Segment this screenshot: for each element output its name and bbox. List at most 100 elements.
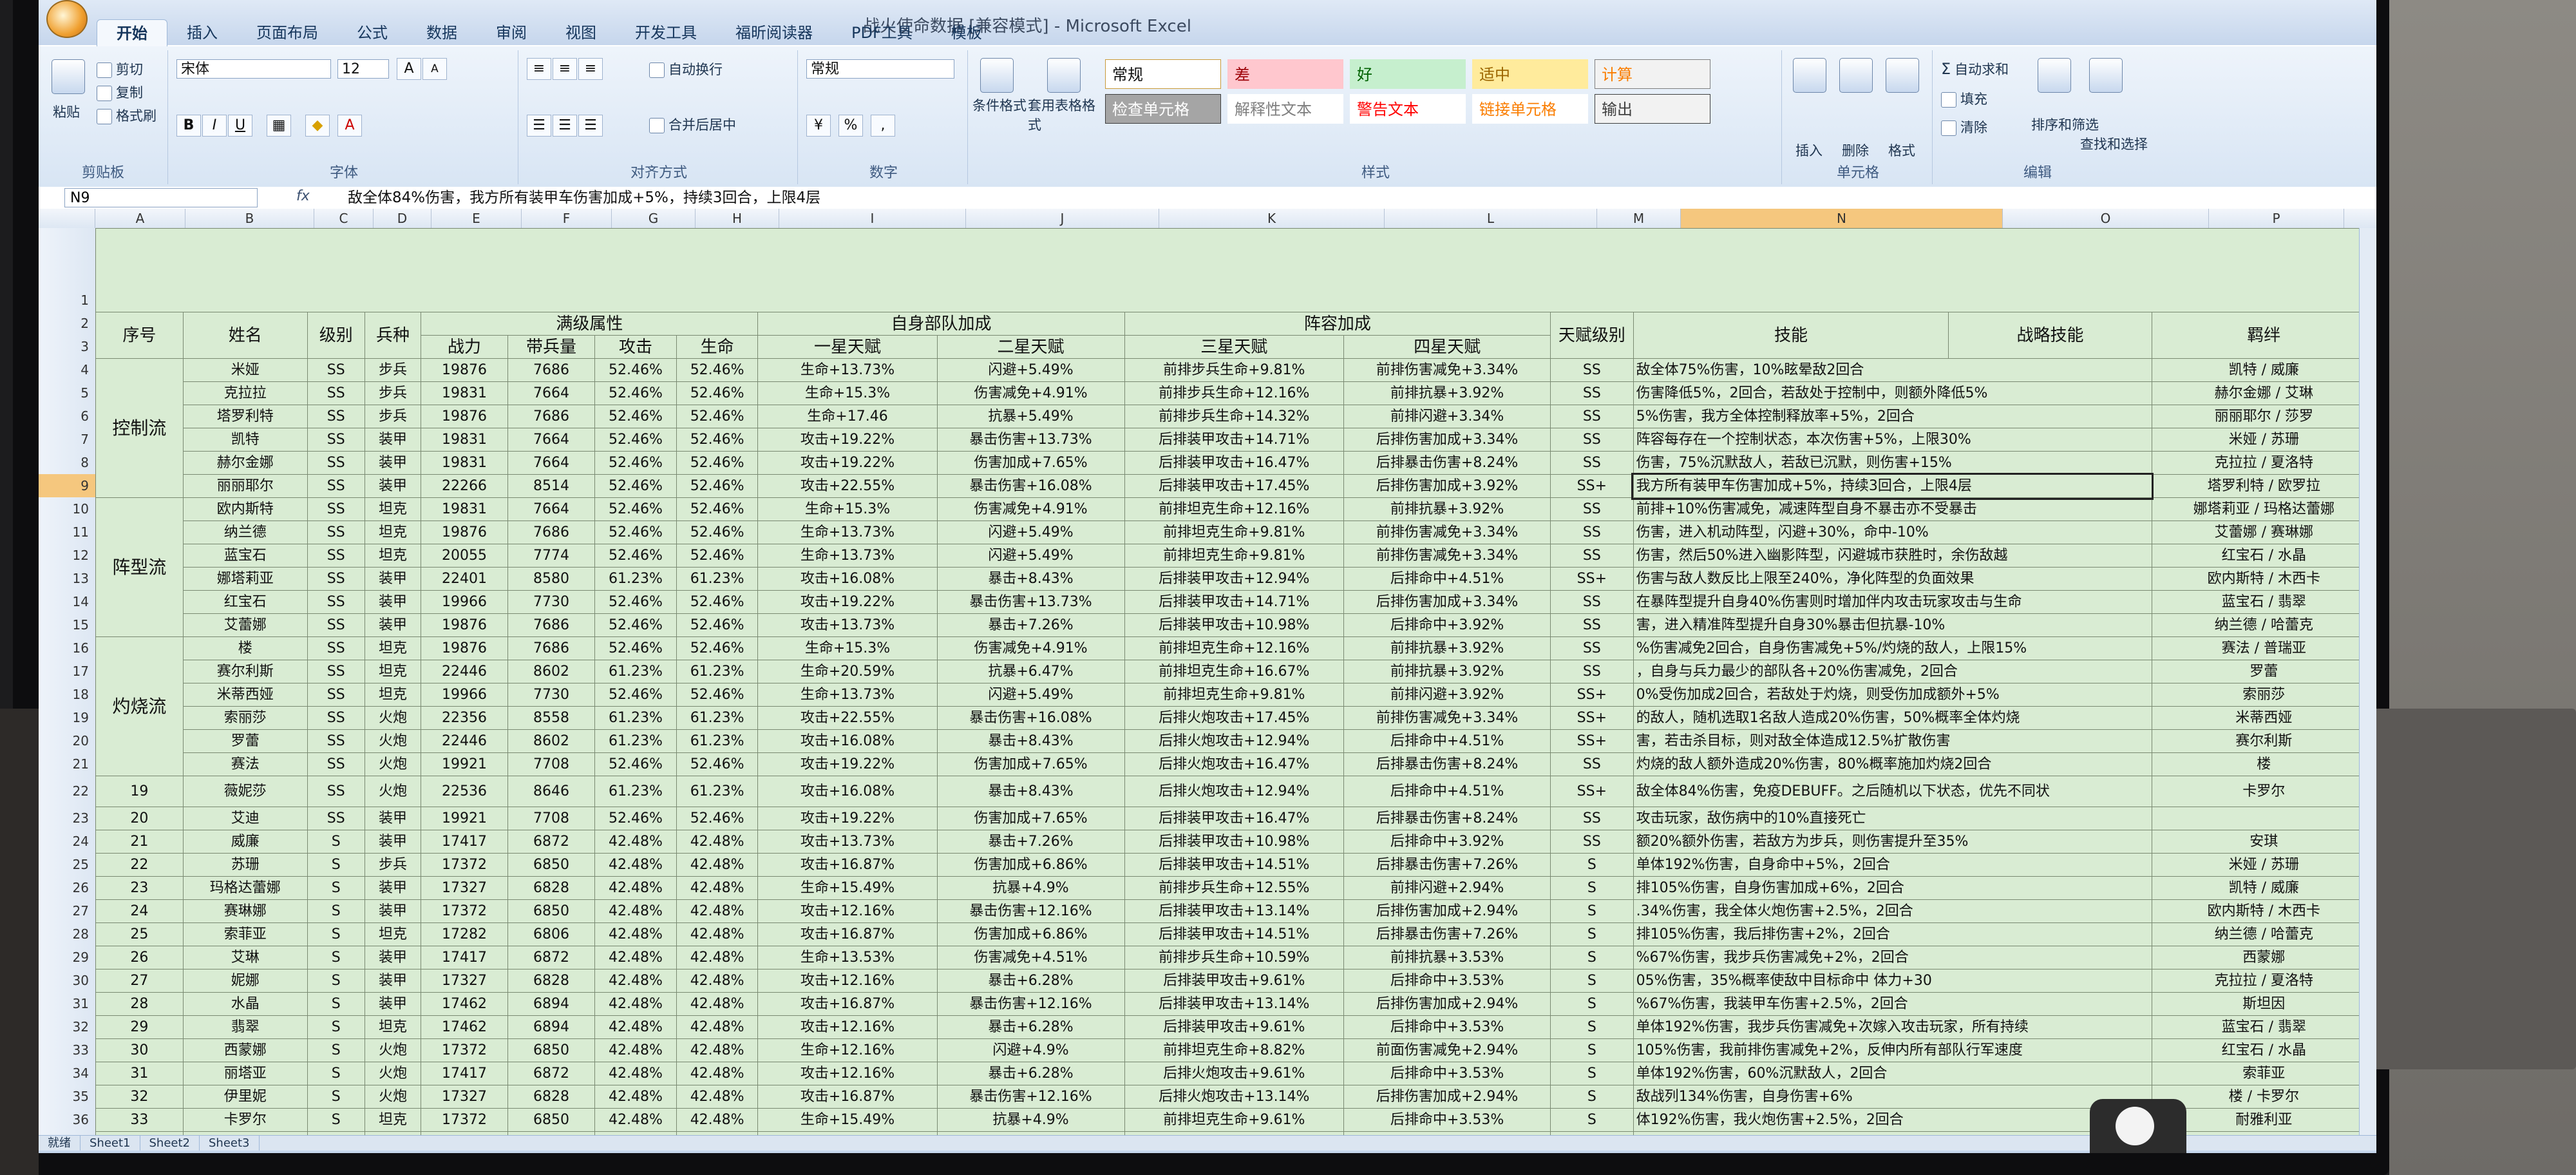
cell-lv[interactable]: SS: [307, 428, 365, 452]
header-bond[interactable]: 羁绊: [2151, 312, 2376, 359]
style-cell-3[interactable]: 适中: [1472, 59, 1588, 89]
cell-s2[interactable]: 暴击伤害+16.08%: [936, 706, 1125, 730]
cell-s3[interactable]: 后排装甲攻击+14.51%: [1124, 853, 1345, 877]
cell-tr[interactable]: 7708: [507, 807, 596, 830]
cell-bond[interactable]: 红宝石 / 水晶: [2151, 1038, 2376, 1062]
cell-lv[interactable]: SS: [307, 683, 365, 707]
cell-h[interactable]: 52.46%: [676, 451, 759, 475]
row-header-16[interactable]: 16: [39, 636, 95, 660]
cell-s2[interactable]: 暴击伤害+12.16%: [936, 1085, 1125, 1109]
cell-lv[interactable]: SS: [307, 497, 365, 521]
cell-s3[interactable]: 前排坦克生命+12.16%: [1124, 636, 1345, 660]
row-header-31[interactable]: 31: [39, 992, 95, 1015]
cell-tr[interactable]: 7686: [507, 521, 596, 544]
cell-s3[interactable]: 后排火炮攻击+12.94%: [1124, 729, 1345, 753]
cell-n[interactable]: 妮娜: [182, 969, 308, 993]
cell-p[interactable]: 17372: [421, 1108, 508, 1132]
cell-lv[interactable]: S: [307, 1038, 365, 1062]
cell-s3[interactable]: 后排装甲攻击+16.47%: [1124, 807, 1345, 830]
cell-seq[interactable]: 29: [95, 1015, 184, 1039]
cell-lv[interactable]: SS: [307, 544, 365, 568]
cell-skill[interactable]: 害，进入精准阵型提升自身30%暴击但抗暴-10%: [1633, 613, 2152, 637]
cell-n[interactable]: 罗蕾: [182, 729, 308, 753]
number-format-combo[interactable]: 常规: [806, 59, 954, 79]
cell-s3[interactable]: 前排步兵生命+12.16%: [1124, 381, 1345, 405]
cell-tr[interactable]: 6806: [507, 922, 596, 946]
cell-s4[interactable]: 前排闪避+3.34%: [1343, 405, 1551, 428]
cell-t[interactable]: 火炮: [364, 752, 422, 776]
cell-skill[interactable]: 单体192%伤害，我步兵伤害减免+次嫁入攻击玩家，所有持续: [1633, 1015, 2152, 1039]
column-header-O[interactable]: O: [2003, 209, 2209, 228]
row-header-10[interactable]: 10: [39, 497, 95, 521]
cell-a[interactable]: 42.48%: [594, 899, 677, 923]
cell-n[interactable]: 水晶: [182, 992, 308, 1016]
cell-t[interactable]: 装甲: [364, 992, 422, 1016]
cell-s3[interactable]: 后排装甲攻击+17.45%: [1124, 474, 1345, 498]
cell-t[interactable]: 装甲: [364, 899, 422, 923]
cell-seq[interactable]: 33: [95, 1108, 184, 1132]
cell-bond[interactable]: 蓝宝石 / 翡翠: [2151, 590, 2376, 614]
cell-n[interactable]: 丽塔亚: [182, 1062, 308, 1085]
cell-s1[interactable]: 生命+15.3%: [757, 636, 938, 660]
cell-n[interactable]: 蓝宝石: [182, 544, 308, 568]
cell-tr[interactable]: 7686: [507, 358, 596, 382]
sheet-tab-0[interactable]: Sheet1: [80, 1136, 140, 1151]
cell-s3[interactable]: 前排坦克生命+9.81%: [1124, 521, 1345, 544]
cell-n[interactable]: 卡罗尔: [182, 1108, 308, 1132]
tab-4[interactable]: 数据: [407, 19, 477, 46]
align-left-button[interactable]: ☰: [527, 115, 551, 137]
cell-lv[interactable]: SS: [307, 381, 365, 405]
cell-tr[interactable]: 6872: [507, 1062, 596, 1085]
percent-button[interactable]: %: [838, 115, 863, 137]
cell-tr[interactable]: 6828: [507, 969, 596, 993]
row-header-7[interactable]: 7: [39, 428, 95, 451]
font-size-combo[interactable]: 12: [337, 59, 389, 79]
cell-t[interactable]: 火炮: [364, 1038, 422, 1062]
cell-s3[interactable]: 后排装甲攻击+14.71%: [1124, 428, 1345, 452]
row-header-5[interactable]: 5: [39, 381, 95, 405]
cell-h[interactable]: 52.46%: [676, 613, 759, 637]
fx-icon[interactable]: fx: [296, 188, 310, 204]
cell-lv[interactable]: S: [307, 1108, 365, 1132]
row-header-4[interactable]: 4: [39, 358, 95, 381]
shrink-font-button[interactable]: A: [422, 58, 447, 80]
cell-s4[interactable]: 后排命中+3.53%: [1343, 1108, 1551, 1132]
cell-skill[interactable]: 前排+10%伤害减免，减速阵型自身不暴击亦不受暴击: [1633, 497, 2152, 521]
delete-button[interactable]: 删除: [1842, 140, 1869, 160]
bold-button[interactable]: B: [176, 115, 201, 137]
cell-tr[interactable]: 7730: [507, 683, 596, 707]
column-header-N[interactable]: N: [1681, 209, 2003, 228]
cell-h[interactable]: 52.46%: [676, 807, 759, 830]
cell-lv[interactable]: S: [307, 1085, 365, 1109]
cell-s3[interactable]: 后排装甲攻击+13.14%: [1124, 992, 1345, 1016]
cell-t[interactable]: 装甲: [364, 969, 422, 993]
cell-t[interactable]: 步兵: [364, 405, 422, 428]
tab-8[interactable]: 福昕阅读器: [716, 19, 832, 46]
tab-9[interactable]: PDF工具: [832, 19, 932, 46]
cell-s4[interactable]: 后排暴击伤害+7.26%: [1343, 922, 1551, 946]
tab-7[interactable]: 开发工具: [616, 19, 716, 46]
cell-skill[interactable]: ，自身与兵力最少的部队各+20%伤害减免，2回合: [1633, 660, 2152, 683]
name-box[interactable]: N9: [64, 188, 258, 207]
cell-s2[interactable]: 抗暴+4.9%: [936, 876, 1125, 900]
cell-n[interactable]: 欧内斯特: [182, 497, 308, 521]
cell-h[interactable]: 52.46%: [676, 683, 759, 707]
cell-seq[interactable]: 28: [95, 992, 184, 1016]
cell-skill[interactable]: 在暴阵型提升自身40%伤害则时增加伴内攻击玩家攻击与生命: [1633, 590, 2152, 614]
cell-h[interactable]: 61.23%: [676, 660, 759, 683]
cell-a[interactable]: 52.46%: [594, 613, 677, 637]
cell-lv[interactable]: S: [307, 830, 365, 854]
cell-s4[interactable]: 后排伤害加成+2.94%: [1343, 1085, 1551, 1109]
cell-s4[interactable]: 前排伤害减免+3.34%: [1343, 706, 1551, 730]
cell-h[interactable]: 42.48%: [676, 946, 759, 970]
cell-skill[interactable]: .34%伤害，我全体火炮伤害+2.5%，2回合: [1633, 899, 2152, 923]
comma-button[interactable]: ,: [871, 115, 895, 137]
paste-icon[interactable]: [52, 59, 85, 94]
header-troops[interactable]: 带兵量: [507, 335, 596, 359]
cell-s2[interactable]: 暴击+6.28%: [936, 969, 1125, 993]
cell-p[interactable]: 19966: [421, 683, 508, 707]
cell-tr[interactable]: 7774: [507, 544, 596, 568]
cell-s1[interactable]: 生命+13.73%: [757, 683, 938, 707]
grow-font-button[interactable]: A: [397, 58, 421, 80]
column-header-G[interactable]: G: [612, 209, 696, 228]
